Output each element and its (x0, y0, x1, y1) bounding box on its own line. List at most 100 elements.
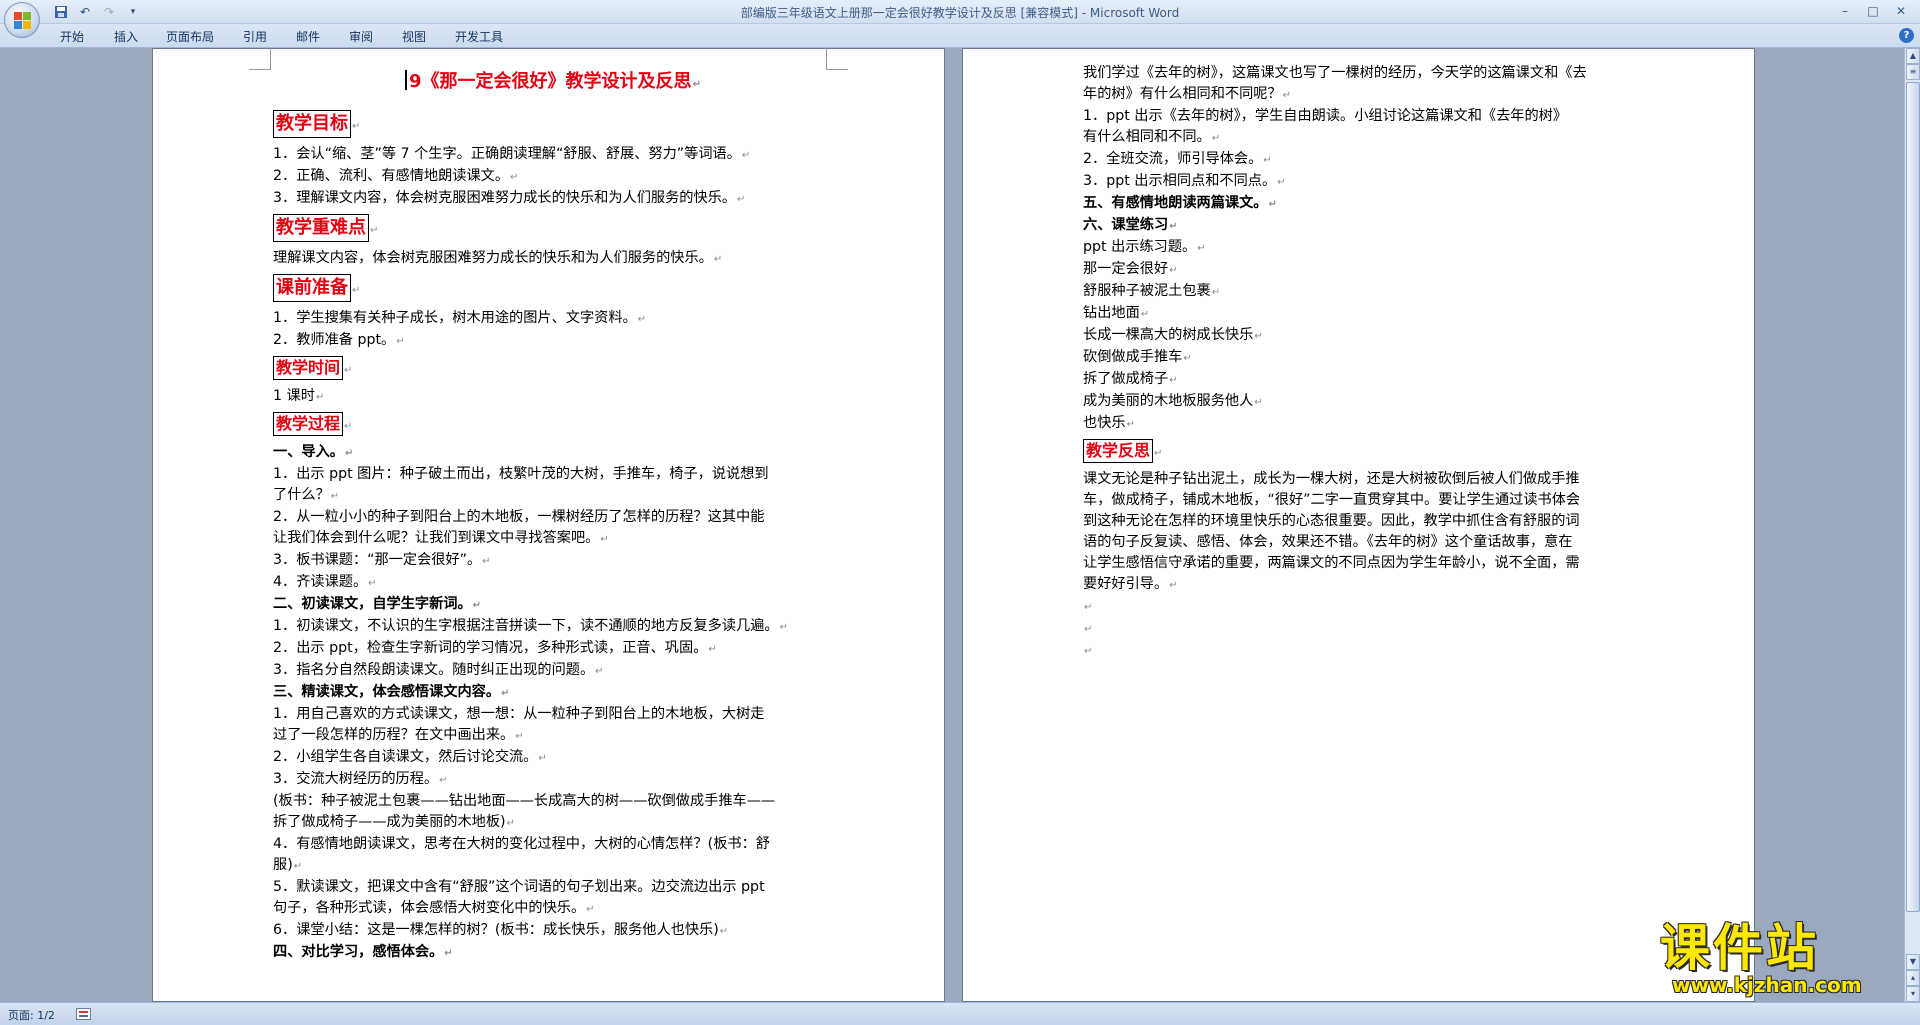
empty-paragraph: ↵ (1084, 602, 1093, 613)
ribbon-tabs: 开始 插入 页面布局 引用 邮件 审阅 视图 开发工具 ? (0, 24, 1920, 48)
paragraph: 理解课文内容，体会树克服困难努力成长的快乐和为人们服务的快乐。↵ (273, 250, 723, 266)
heading-process: 教学过程 (273, 412, 344, 436)
paragraph: 1．出示 ppt 图片：种子破土而出，枝繁叶茂的大树，手推车，椅子，说说想到 (273, 466, 769, 482)
office-logo-icon (14, 12, 31, 29)
document-title: 9《那一定会很好》教学设计及反思↵ (273, 67, 833, 100)
maximize-icon[interactable]: □ (1860, 2, 1886, 20)
tab-home[interactable]: 开始 (60, 28, 84, 45)
paragraph: ppt 出示练习题。↵ (1083, 239, 1206, 255)
paragraph: 3．理解课文内容，体会树克服困难努力成长的快乐和为人们服务的快乐。↵ (273, 190, 746, 206)
tab-mailings[interactable]: 邮件 (296, 28, 320, 45)
heading-prep: 课前准备 (273, 274, 351, 302)
paragraph: 六、课堂练习↵ (1083, 217, 1178, 233)
paragraph: 2．出示 ppt，检查生字新词的学习情况，多种形式读，正音、巩固。↵ (273, 640, 717, 656)
tab-references[interactable]: 引用 (243, 28, 267, 45)
page-2-content: 我们学过《去年的树》，这篇课文也写了一棵树的经历，今天学的这篇课文和《去 年的树… (1083, 63, 1643, 662)
window-controls: – □ ✕ (1832, 2, 1914, 20)
paragraph: 2．正确、流利、有感情地朗读课文。↵ (273, 168, 519, 184)
paragraph: 舒服种子被泥土包裹↵ (1083, 283, 1221, 299)
title-bar: ↶ ↷ ▾ 部编版三年级语文上册那一定会很好教学设计及反思 [兼容模式] - M… (0, 0, 1920, 38)
paragraph: 4．有感情地朗读课文，思考在大树的变化过程中，大树的心情怎样？(板书：舒 (273, 836, 770, 852)
paragraph: 2．全班交流，师引导体会。↵ (1083, 151, 1272, 167)
paragraph: 要好好引导。↵ (1083, 576, 1178, 592)
document-page-2[interactable]: 我们学过《去年的树》，这篇课文也写了一棵树的经历，今天学的这篇课文和《去 年的树… (962, 48, 1755, 1002)
paragraph: 4．齐读课题。↵ (273, 574, 377, 590)
paragraph: 1．用自己喜欢的方式读课文，想一想：从一粒种子到阳台上的木地板，大树走 (273, 706, 765, 722)
paragraph: 1．ppt 出示《去年的树》，学生自由朗读。小组讨论这篇课文和《去年的树》 (1083, 108, 1568, 124)
paragraph: 那一定会很好↵ (1083, 261, 1178, 277)
heading-time: 教学时间 (273, 356, 344, 380)
tab-developer[interactable]: 开发工具 (455, 28, 503, 45)
paragraph: 长成一棵高大的树成长快乐↵ (1083, 327, 1263, 343)
paragraph: 让学生感悟信守承诺的重要，两篇课文的不同点因为学生年龄小，说不全面，需 (1083, 555, 1580, 571)
paragraph: 1 课时↵ (273, 388, 325, 404)
scroll-up-icon[interactable]: ▲ (1906, 48, 1920, 64)
minimize-icon[interactable]: – (1832, 2, 1858, 20)
heading-reflection: 教学反思 (1083, 439, 1154, 463)
paragraph: 年的树》有什么相同和不同呢？↵ (1083, 86, 1292, 102)
site-watermark: 课件站 www.kjzhan.com (1660, 920, 1900, 1000)
page-1-content: 9《那一定会很好》教学设计及反思↵ 教学目标 ↵ 1．会认“缩、茎”等 7 个生字… (273, 67, 833, 964)
paragraph: 让我们体会到什么呢？让我们到课文中寻找答案吧。↵ (273, 530, 609, 546)
window-title: 部编版三年级语文上册那一定会很好教学设计及反思 [兼容模式] - Microso… (740, 6, 1180, 20)
tab-page-layout[interactable]: 页面布局 (166, 28, 214, 45)
document-page-1[interactable]: 9《那一定会很好》教学设计及反思↵ 教学目标 ↵ 1．会认“缩、茎”等 7 个生字… (152, 48, 945, 1002)
vertical-scrollbar[interactable]: ▲ ≡ ▼ ▴ ▾ (1904, 48, 1920, 1002)
ruler-toggle-icon[interactable]: ≡ (1906, 64, 1920, 80)
paragraph: 一、导入。↵ (273, 444, 354, 460)
paragraph: 拆了做成椅子——成为美丽的木地板)↵ (273, 814, 515, 830)
office-button[interactable] (4, 2, 40, 38)
paragraph: 2．教师准备 ppt。↵ (273, 332, 405, 348)
tab-view[interactable]: 视图 (402, 28, 426, 45)
paragraph: 车，做成椅子，铺成木地板，“很好”二字一直贯穿其中。要让学生通过读书体会 (1083, 492, 1581, 508)
paragraph: 三、精读课文，体会感悟课文内容。↵ (273, 684, 510, 700)
heading-goals: 教学目标 (273, 110, 351, 138)
paragraph: 3．ppt 出示相同点和不同点。↵ (1083, 173, 1286, 189)
paragraph: 3．交流大树经历的历程。↵ (273, 771, 448, 787)
paragraph: 四、对比学习，感悟体会。↵ (273, 944, 453, 960)
paragraph: 拆了做成椅子↵ (1083, 371, 1178, 387)
paragraph: 1．会认“缩、茎”等 7 个生字。正确朗读理解“舒服、舒展、努力”等词语。↵ (273, 146, 751, 162)
heading-keypoints: 教学重难点 (273, 214, 369, 242)
paragraph: 我们学过《去年的树》，这篇课文也写了一棵树的经历，今天学的这篇课文和《去 (1083, 65, 1587, 81)
proofing-icon[interactable] (76, 1008, 91, 1020)
paragraph: 到这种无论在怎样的环境里快乐的心态很重要。因此，教学中抓住含有舒服的词 (1083, 513, 1580, 529)
tab-review[interactable]: 审阅 (349, 28, 373, 45)
previous-page-icon[interactable]: ▴ (1906, 970, 1920, 986)
paragraph: 1．学生搜集有关种子成长，树木用途的图片、文字资料。↵ (273, 310, 647, 326)
watermark-logo-text: 课件站 (1660, 919, 1819, 977)
empty-paragraph: ↵ (1084, 624, 1093, 635)
paragraph: 句子，各种形式读，体会感悟大树变化中的快乐。↵ (273, 900, 595, 916)
paragraph: 2．从一粒小小的种子到阳台上的木地板，一棵树经历了怎样的历程？这其中能 (273, 509, 765, 525)
empty-paragraph: ↵ (1084, 646, 1093, 657)
paragraph: 2．小组学生各自读课文，然后讨论交流。↵ (273, 749, 547, 765)
close-icon[interactable]: ✕ (1888, 2, 1914, 20)
help-icon[interactable]: ? (1899, 28, 1914, 43)
paragraph: (板书：种子被泥土包裹——钻出地面——长成高大的树——砍倒做成手推车—— (273, 793, 776, 809)
paragraph: 了什么？↵ (273, 487, 340, 503)
paragraph: 钻出地面↵ (1083, 305, 1150, 321)
paragraph: 服)↵ (273, 857, 303, 873)
paragraph: 3．指名分自然段朗读课文。随时纠正出现的问题。↵ (273, 662, 604, 678)
paragraph: 5．默读课文，把课文中含有“舒服”这个词语的句子划出来。边交流边出示 ppt (273, 879, 765, 895)
paragraph: 语的句子反复读、感悟、体会，效果还不错。《去年的树》这个童话故事，意在 (1083, 534, 1573, 550)
tab-insert[interactable]: 插入 (114, 28, 138, 45)
crop-mark (249, 48, 271, 70)
document-workspace: 9《那一定会很好》教学设计及反思↵ 教学目标 ↵ 1．会认“缩、茎”等 7 个生字… (0, 48, 1904, 1002)
watermark-url: www.kjzhan.com (1672, 973, 1862, 997)
paragraph: 3．板书课题：“那一定会很好”。↵ (273, 552, 491, 568)
paragraph: 砍倒做成手推车↵ (1083, 349, 1192, 365)
text-cursor (405, 70, 408, 90)
paragraph: 有什么相同和不同。↵ (1083, 129, 1221, 145)
scroll-down-icon[interactable]: ▼ (1906, 954, 1920, 970)
scrollbar-thumb[interactable] (1906, 82, 1920, 912)
paragraph: 也快乐↵ (1083, 415, 1135, 431)
paragraph: 成为美丽的木地板服务他人↵ (1083, 393, 1263, 409)
status-bar: 页面: 1/2 (0, 1002, 1920, 1025)
next-page-icon[interactable]: ▾ (1906, 986, 1920, 1002)
paragraph: 过了一段怎样的历程？在文中画出来。↵ (273, 727, 524, 743)
page-indicator[interactable]: 页面: 1/2 (8, 1007, 55, 1023)
paragraph: 1．初读课文，不认识的生字根据注音拼读一下，读不通顺的地方反复多读几遍。↵ (273, 618, 788, 634)
paragraph: 课文无论是种子钻出泥土，成长为一棵大树，还是大树被砍倒后被人们做成手推 (1083, 471, 1580, 487)
paragraph: 五、有感情地朗读两篇课文。↵ (1083, 195, 1277, 211)
